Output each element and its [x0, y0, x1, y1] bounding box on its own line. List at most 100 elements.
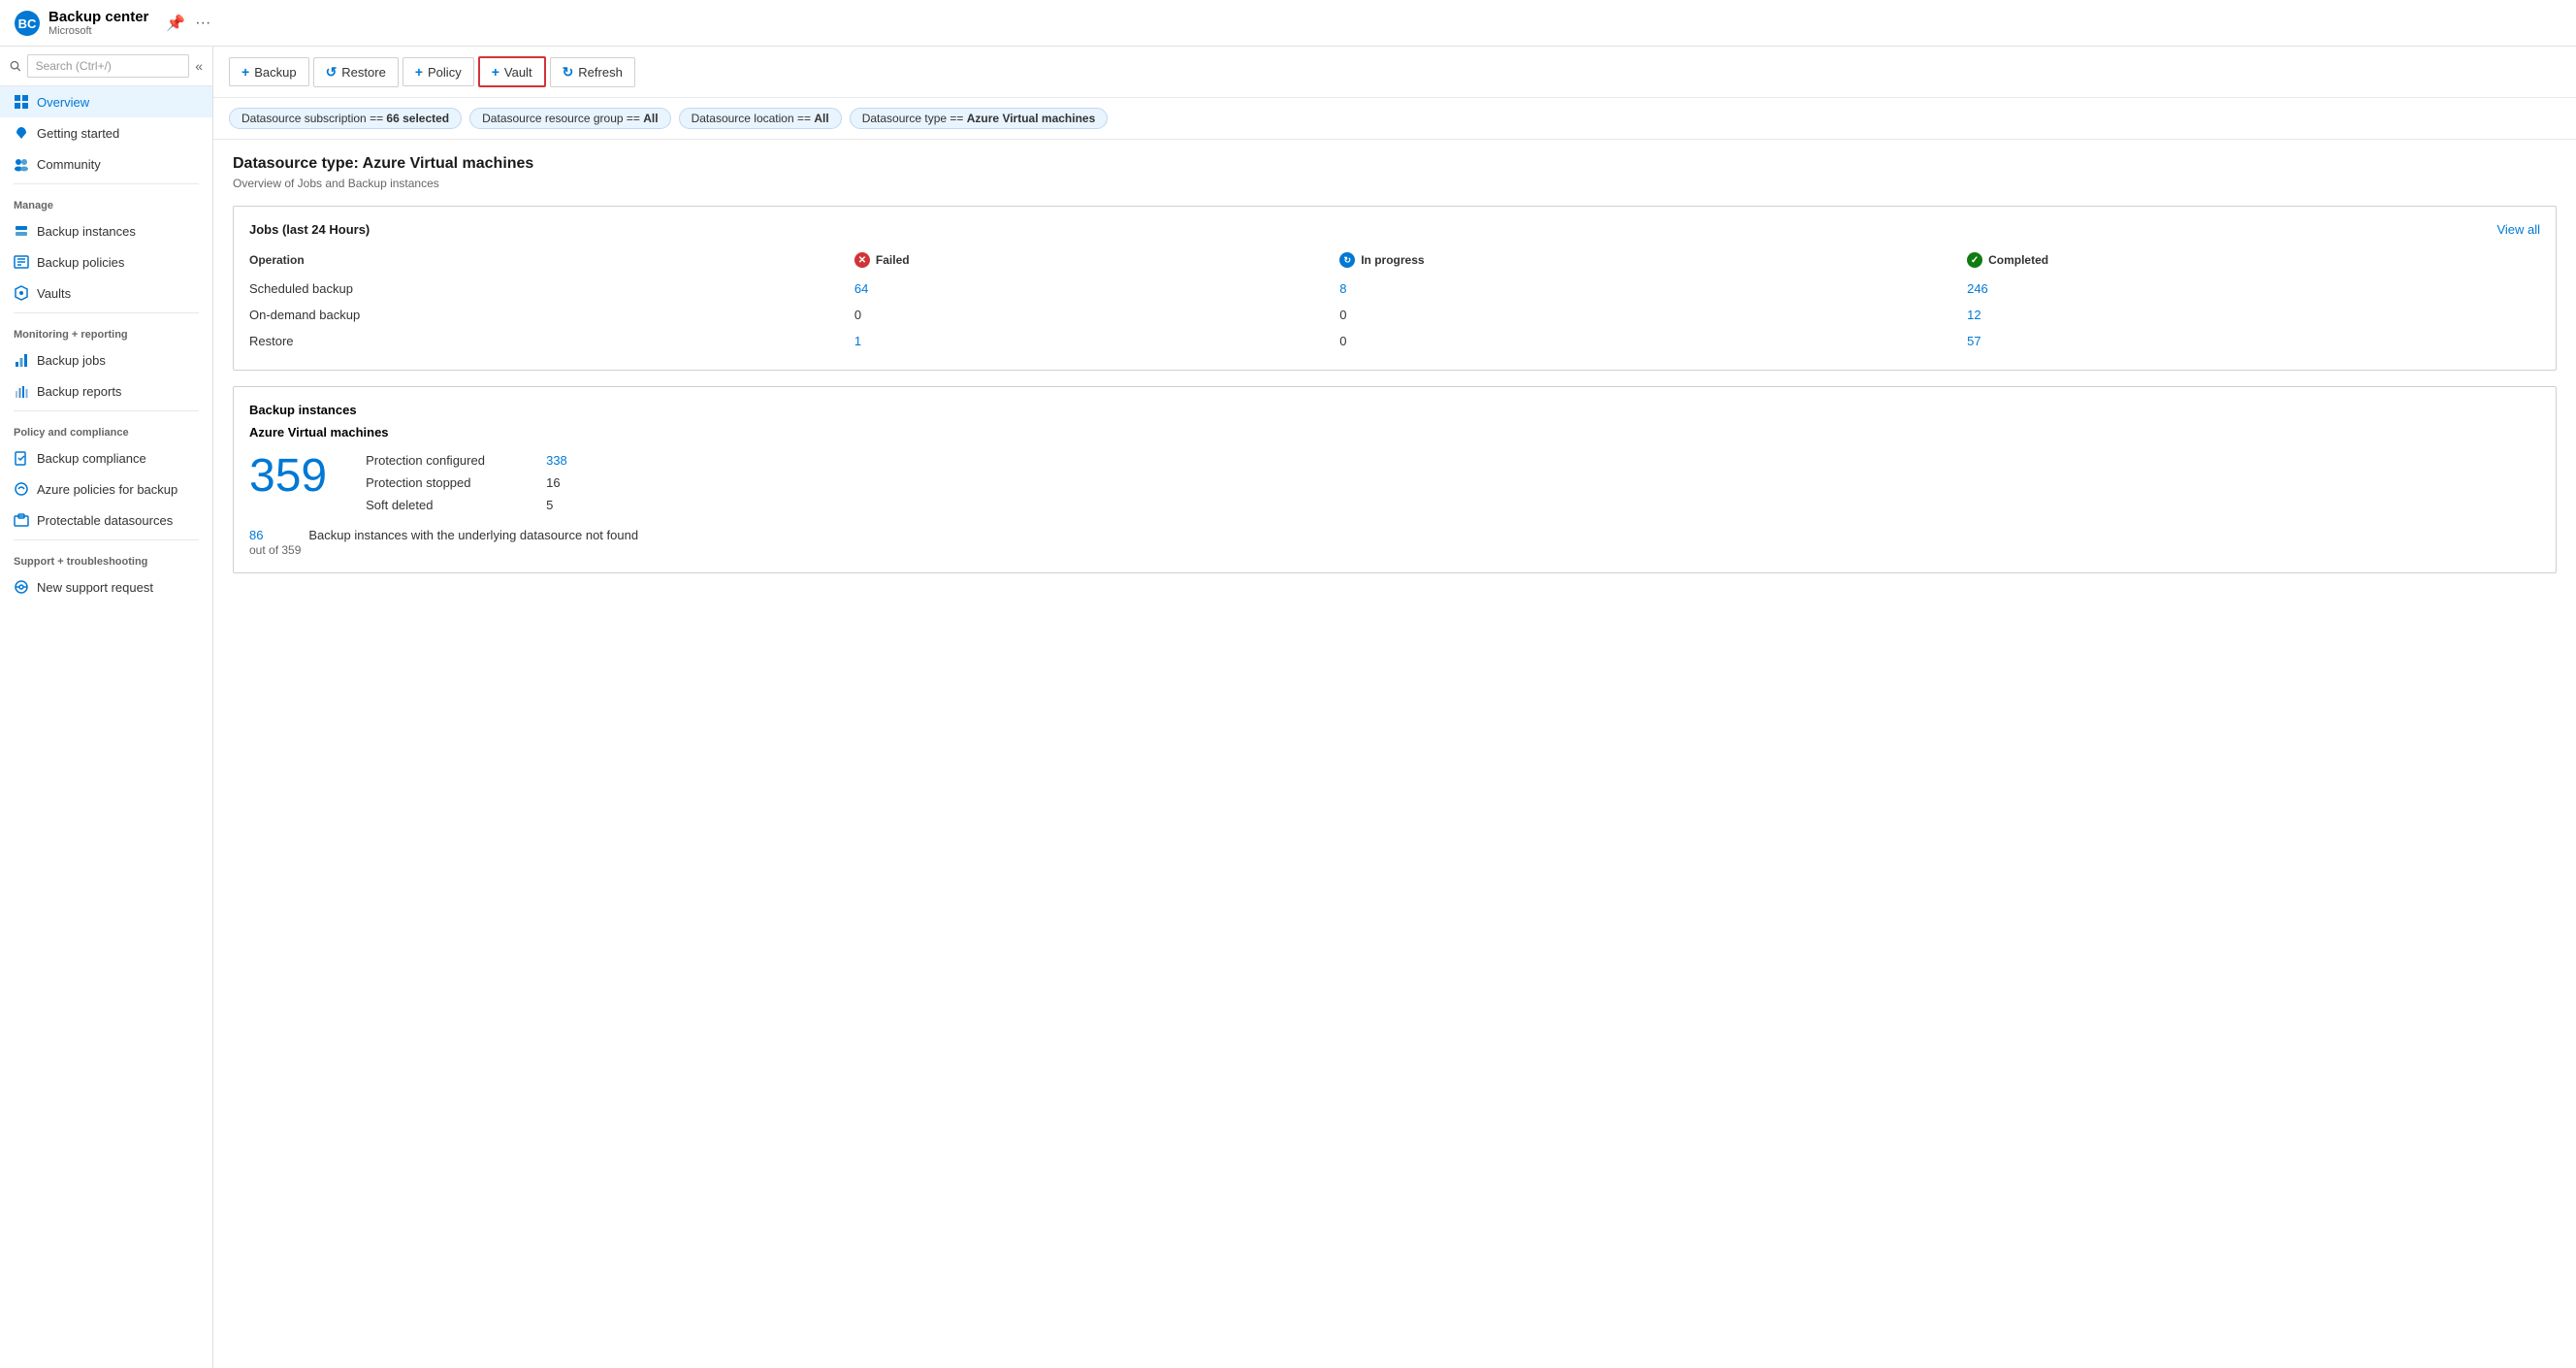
sidebar-item-backup-instances[interactable]: Backup instances: [0, 215, 212, 246]
refresh-icon: ↻: [563, 64, 574, 81]
backup-instances-label: Backup instances: [37, 224, 136, 239]
stat-row-stopped: Protection stopped 16: [366, 475, 567, 490]
vaults-icon: [14, 285, 29, 301]
scheduled-failed[interactable]: 64: [854, 281, 868, 296]
filter-location-value: All: [814, 112, 828, 125]
page-title: Datasource type: Azure Virtual machines: [233, 155, 2557, 173]
restore-failed[interactable]: 1: [854, 334, 861, 348]
sidebar-item-community[interactable]: Community: [0, 148, 212, 179]
table-row: On-demand backup 0 0 12: [249, 302, 2540, 328]
policy-button[interactable]: + Policy: [402, 57, 474, 86]
page-subtitle: Overview of Jobs and Backup instances: [233, 177, 2557, 190]
restore-button[interactable]: ↺ Restore: [313, 57, 399, 87]
scheduled-completed[interactable]: 246: [1967, 281, 1988, 296]
community-label: Community: [37, 157, 101, 172]
page-content: Datasource type: Azure Virtual machines …: [213, 140, 2576, 589]
compliance-icon: [14, 450, 29, 466]
sidebar-item-backup-reports[interactable]: Backup reports: [0, 375, 212, 407]
filter-resource-group-value: All: [643, 112, 658, 125]
filter-type-value: Azure Virtual machines: [967, 112, 1096, 125]
sidebar-item-overview[interactable]: Overview: [0, 86, 212, 117]
footer-number[interactable]: 86: [249, 528, 263, 542]
restore-completed[interactable]: 57: [1967, 334, 1980, 348]
col-completed: ✓ Completed: [1928, 248, 2540, 276]
monitoring-section-label: Monitoring + reporting: [0, 317, 212, 344]
policy-btn-label: Policy: [428, 65, 462, 80]
col-operation: Operation: [249, 248, 816, 276]
pin-icon[interactable]: 📌: [166, 14, 185, 33]
ondemand-completed[interactable]: 12: [1967, 308, 1980, 322]
view-all-link[interactable]: View all: [2496, 222, 2540, 237]
backup-reports-label: Backup reports: [37, 384, 121, 399]
sidebar-item-support[interactable]: New support request: [0, 571, 212, 603]
backup-compliance-label: Backup compliance: [37, 451, 146, 466]
filter-resource-group[interactable]: Datasource resource group == All: [469, 108, 670, 129]
filter-subscription-value: 66 selected: [386, 112, 449, 125]
jobs-card-header: Jobs (last 24 Hours) View all: [249, 222, 2540, 237]
backup-jobs-label: Backup jobs: [37, 353, 106, 368]
sidebar-item-backup-compliance[interactable]: Backup compliance: [0, 442, 212, 473]
new-support-label: New support request: [37, 580, 153, 595]
stat-row-configured: Protection configured 338: [366, 453, 567, 468]
ondemand-inprogress: 0: [1339, 308, 1346, 322]
search-box: «: [0, 47, 212, 86]
restore-btn-label: Restore: [341, 65, 386, 80]
toolbar: + Backup ↺ Restore + Policy + Vault ↻ Re…: [213, 47, 2576, 98]
backup-policies-label: Backup policies: [37, 255, 124, 270]
footer-desc: Backup instances with the underlying dat…: [308, 528, 638, 542]
sidebar-item-getting-started[interactable]: Getting started: [0, 117, 212, 148]
col-inprogress-label: In progress: [1361, 253, 1424, 267]
op-restore: Restore: [249, 328, 816, 354]
azure-policies-label: Azure policies for backup: [37, 482, 177, 497]
op-ondemand: On-demand backup: [249, 302, 816, 328]
support-icon: [14, 579, 29, 595]
more-icon[interactable]: ···: [195, 15, 210, 32]
filter-type[interactable]: Datasource type == Azure Virtual machine…: [850, 108, 1109, 129]
table-row: Restore 1 0 57: [249, 328, 2540, 354]
refresh-button[interactable]: ↻ Refresh: [550, 57, 635, 87]
filter-subscription[interactable]: Datasource subscription == 66 selected: [229, 108, 462, 129]
backup-policies-icon: [14, 254, 29, 270]
svg-text:BC: BC: [18, 16, 37, 31]
refresh-btn-label: Refresh: [578, 65, 623, 80]
sidebar-item-azure-policies[interactable]: Azure policies for backup: [0, 473, 212, 505]
search-input[interactable]: [27, 54, 190, 78]
vaults-label: Vaults: [37, 286, 71, 301]
getting-started-label: Getting started: [37, 126, 119, 141]
policy-divider: [14, 410, 199, 411]
community-icon: [14, 156, 29, 172]
support-section-label: Support + troubleshooting: [0, 544, 212, 571]
jobs-card: Jobs (last 24 Hours) View all Operation …: [233, 206, 2557, 371]
completed-icon: ✓: [1967, 252, 1982, 268]
scheduled-inprogress[interactable]: 8: [1339, 281, 1346, 296]
vault-plus-icon: +: [492, 64, 499, 80]
collapse-icon[interactable]: «: [195, 58, 203, 74]
col-completed-label: Completed: [1988, 253, 2048, 267]
sidebar-item-backup-policies[interactable]: Backup policies: [0, 246, 212, 277]
stat-value-softdeleted: 5: [546, 498, 553, 512]
stat-label-configured: Protection configured: [366, 453, 531, 468]
backup-instances-icon: [14, 223, 29, 239]
backup-reports-icon: [14, 383, 29, 399]
policy-section-label: Policy and compliance: [0, 415, 212, 442]
stat-value-configured[interactable]: 338: [546, 453, 567, 468]
stat-label-softdeleted: Soft deleted: [366, 498, 531, 512]
app-subtitle: Microsoft: [48, 25, 148, 37]
col-failed-label: Failed: [876, 253, 910, 267]
vault-button[interactable]: + Vault: [478, 56, 546, 87]
instances-card-subtitle: Azure Virtual machines: [249, 425, 2540, 440]
stat-row-softdeleted: Soft deleted 5: [366, 498, 567, 512]
sidebar: « Overview Getting started Community Man…: [0, 47, 213, 1368]
sidebar-item-protectable[interactable]: Protectable datasources: [0, 505, 212, 536]
sidebar-item-vaults[interactable]: Vaults: [0, 277, 212, 309]
jobs-table: Operation ✕ Failed ↻ In progress: [249, 248, 2540, 354]
backup-button[interactable]: + Backup: [229, 57, 309, 86]
ondemand-failed: 0: [854, 308, 861, 322]
monitoring-divider: [14, 312, 199, 313]
filter-location[interactable]: Datasource location == All: [679, 108, 842, 129]
instances-big-number[interactable]: 359: [249, 453, 327, 500]
instances-footer: 86 out of 359 Backup instances with the …: [249, 528, 2540, 557]
table-row: Scheduled backup 64 8 246: [249, 276, 2540, 302]
backup-btn-label: Backup: [254, 65, 296, 80]
sidebar-item-backup-jobs[interactable]: Backup jobs: [0, 344, 212, 375]
